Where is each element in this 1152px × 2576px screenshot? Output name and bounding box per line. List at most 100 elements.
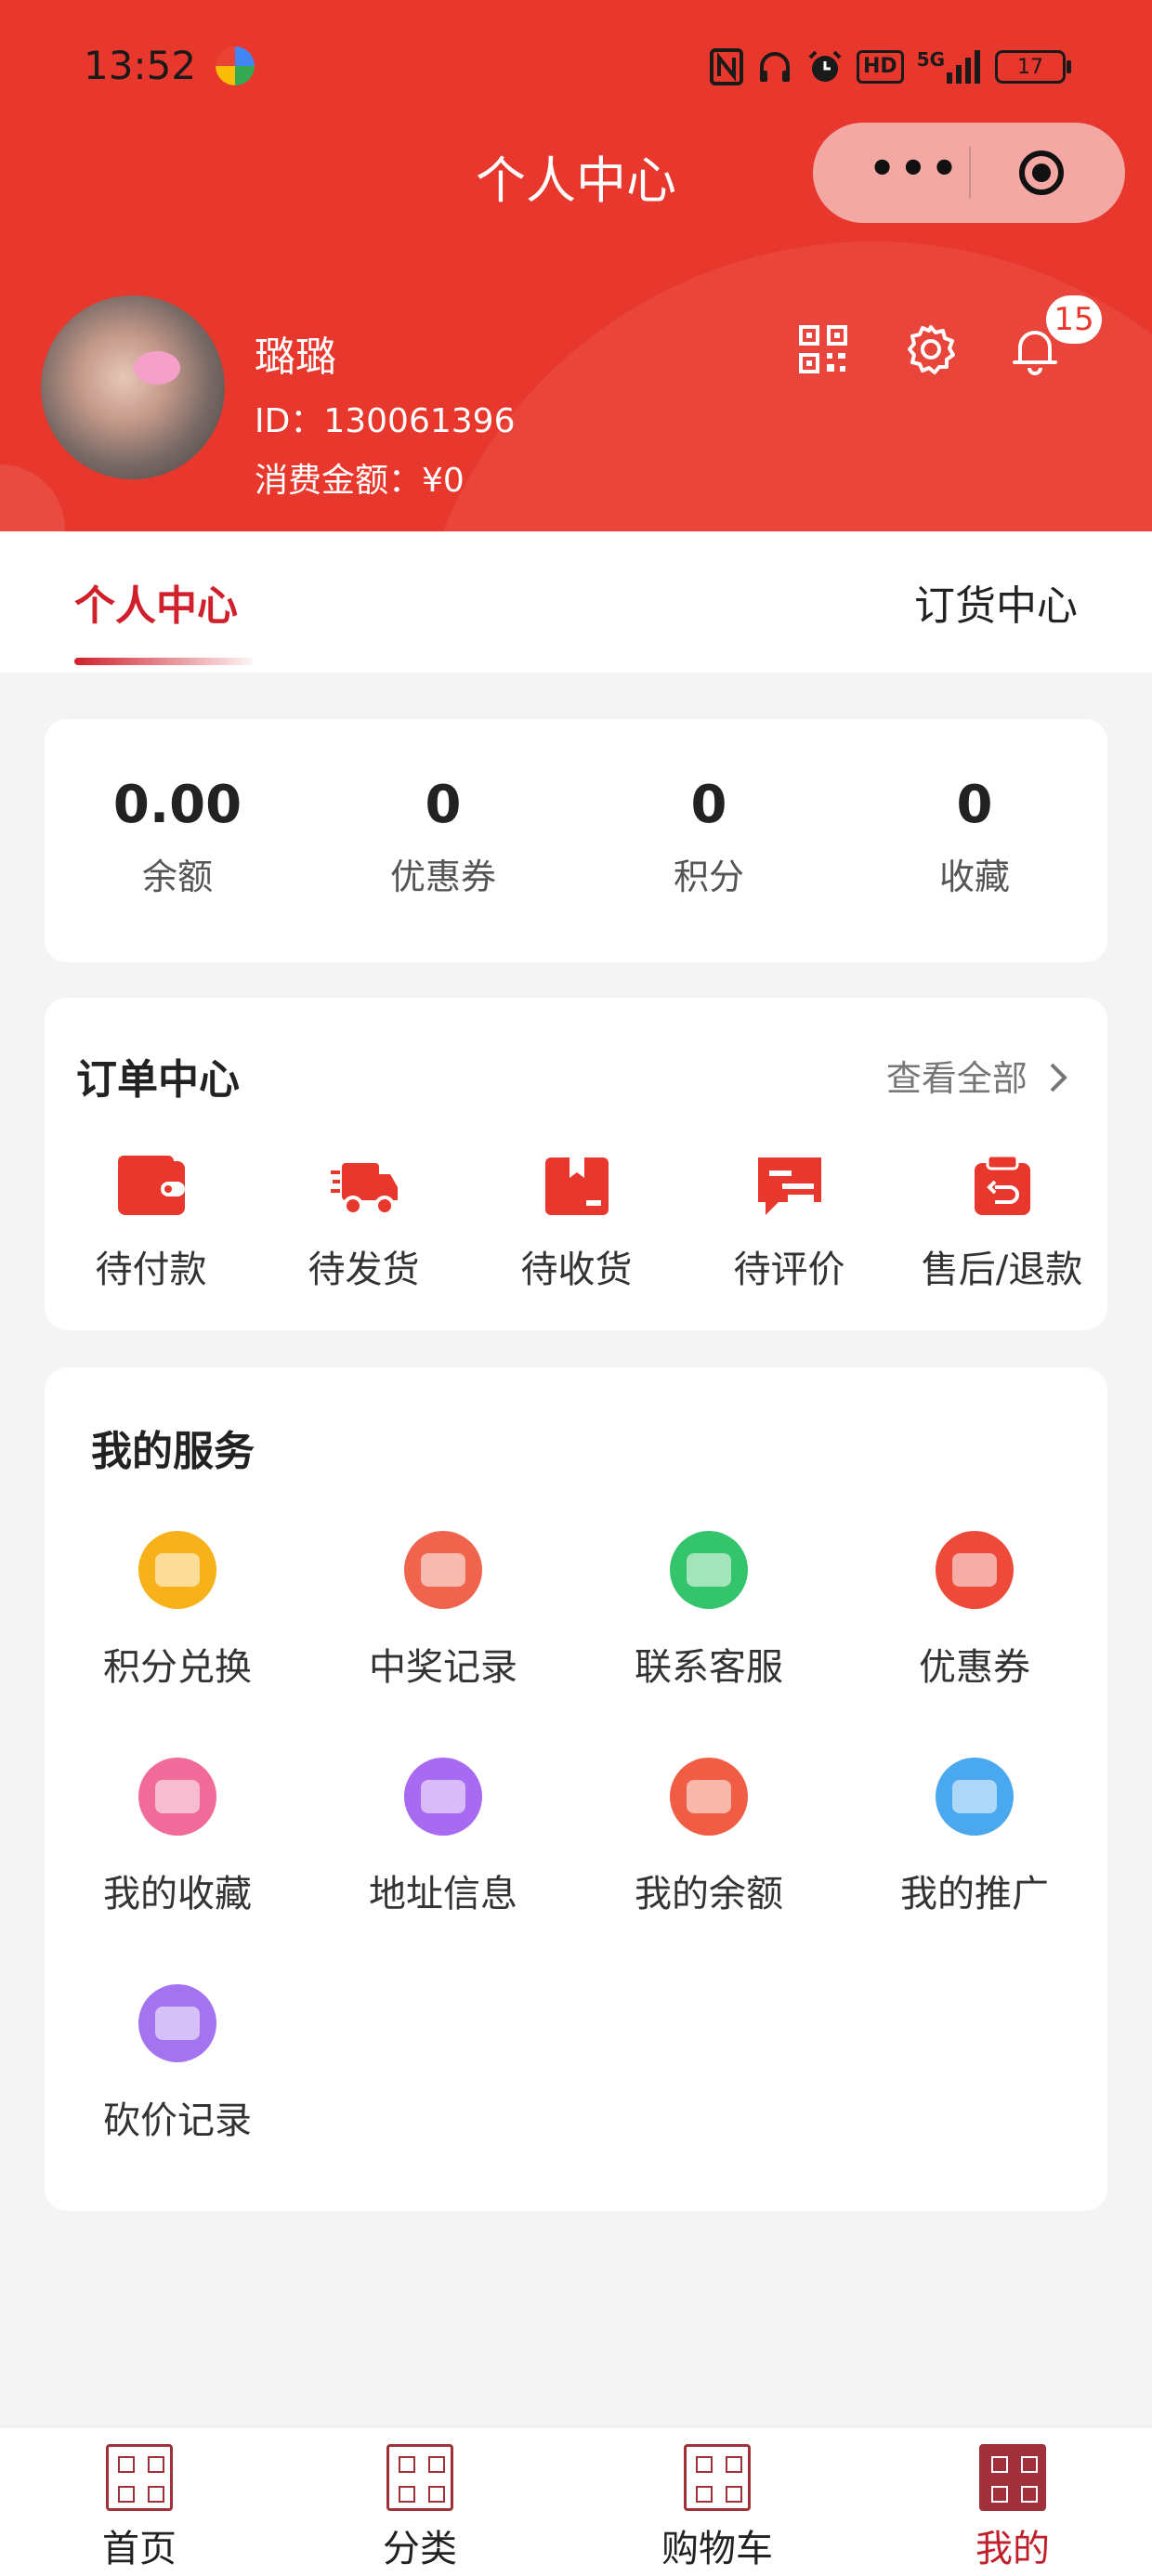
alarm-icon xyxy=(806,48,844,85)
order-pending-receipt[interactable]: 待收货 xyxy=(470,1154,683,1293)
money-bag-icon xyxy=(670,1758,748,1836)
user-id: ID：130061396 xyxy=(255,394,515,442)
service-lottery-records[interactable]: 中奖记录 xyxy=(310,1531,576,1691)
active-tab-indicator xyxy=(74,658,253,665)
status-bar: 13:52 HD 5G 17 xyxy=(0,0,1152,139)
stat-coupons[interactable]: 0 优惠券 xyxy=(310,775,576,899)
close-miniprogram-icon[interactable] xyxy=(1019,150,1064,195)
miniprogram-capsule: ••• xyxy=(813,123,1125,223)
avatar[interactable] xyxy=(41,295,225,479)
stat-label: 优惠券 xyxy=(389,856,496,897)
order-after-sales[interactable]: 售后/退款 xyxy=(896,1154,1108,1293)
see-all-orders-link[interactable]: 查看全部 xyxy=(886,1050,1070,1101)
network-type: 5G xyxy=(916,48,946,71)
order-label: 待收货 xyxy=(520,1249,633,1291)
stat-favorites[interactable]: 0 收藏 xyxy=(842,775,1107,899)
headphones-icon xyxy=(756,48,793,85)
battery-icon: 17 xyxy=(995,50,1072,84)
app-notification-icon xyxy=(216,46,255,85)
notification-badge: 15 xyxy=(1046,295,1102,344)
home-seal-icon xyxy=(106,2444,173,2511)
see-all-label: 查看全部 xyxy=(885,1058,1028,1099)
stat-value: 0 xyxy=(425,775,462,835)
tab-personal-center[interactable]: 个人中心 xyxy=(74,572,238,632)
promotion-icon xyxy=(936,1758,1014,1836)
service-my-promotion[interactable]: 我的推广 xyxy=(842,1758,1107,1917)
nav-label: 我的 xyxy=(975,2528,1050,2570)
user-id-value: 130061396 xyxy=(323,402,516,440)
stat-label: 余额 xyxy=(141,856,213,897)
nfc-icon xyxy=(710,48,743,85)
order-pending-review[interactable]: 待评价 xyxy=(683,1154,896,1293)
capsule-divider xyxy=(969,147,971,199)
service-label: 联系客服 xyxy=(635,1646,783,1689)
cart-seal-icon xyxy=(684,2444,751,2511)
review-icon xyxy=(757,1157,821,1215)
my-services-card: 我的服务 积分兑换 中奖记录 联系客服 优惠券 我的收藏 地址信息 我的余额 我… xyxy=(45,1367,1107,2211)
stat-value: 0 xyxy=(690,775,727,835)
header-decoration xyxy=(409,242,1152,531)
tab-order-center[interactable]: 订货中心 xyxy=(914,572,1078,632)
order-label: 待发货 xyxy=(308,1249,420,1291)
customer-service-icon xyxy=(670,1531,748,1609)
points-exchange-icon xyxy=(138,1531,216,1609)
service-coupons[interactable]: 优惠券 xyxy=(842,1531,1107,1691)
service-my-balance[interactable]: 我的余额 xyxy=(576,1758,842,1917)
order-pending-shipment[interactable]: 待发货 xyxy=(257,1154,470,1293)
nav-cart[interactable]: 购物车 xyxy=(624,2444,810,2572)
delivery-truck-icon xyxy=(330,1163,398,1216)
service-points-exchange[interactable]: 积分兑换 xyxy=(45,1531,310,1691)
service-label: 我的推广 xyxy=(900,1873,1049,1916)
package-icon xyxy=(544,1157,609,1215)
account-stats-card: 0.00 余额 0 优惠券 0 积分 0 收藏 xyxy=(45,719,1107,962)
stat-value: 0.00 xyxy=(112,775,242,835)
service-label: 积分兑换 xyxy=(103,1646,252,1689)
spend-value: ¥0 xyxy=(422,462,465,500)
service-label: 砍价记录 xyxy=(103,2099,252,2142)
service-customer-service[interactable]: 联系客服 xyxy=(576,1531,842,1691)
service-label: 中奖记录 xyxy=(369,1646,517,1689)
user-spend: 消费金额：¥0 xyxy=(255,453,465,502)
order-label: 待评价 xyxy=(733,1249,845,1291)
nav-category[interactable]: 分类 xyxy=(327,2444,513,2572)
nav-mine[interactable]: 我的 xyxy=(920,2444,1106,2572)
stat-label: 积分 xyxy=(673,856,744,897)
my-services-title: 我的服务 xyxy=(91,1428,255,1475)
service-my-favorites[interactable]: 我的收藏 xyxy=(45,1758,310,1917)
nav-label: 分类 xyxy=(383,2528,457,2570)
service-address-info[interactable]: 地址信息 xyxy=(310,1758,576,1917)
nav-label: 购物车 xyxy=(661,2528,773,2570)
refund-icon xyxy=(974,1154,1030,1215)
stat-label: 收藏 xyxy=(938,856,1010,897)
stat-balance[interactable]: 0.00 余额 xyxy=(45,775,310,899)
service-label: 我的余额 xyxy=(635,1873,783,1916)
spend-label: 消费金额： xyxy=(255,462,423,500)
settings-gear-icon[interactable] xyxy=(905,323,957,375)
profile-header: 13:52 HD 5G 17 个人中心 ••• 璐璐 ID：130061396 xyxy=(0,0,1152,531)
order-center-card: 订单中心 查看全部 待付款 待发货 待收货 待评价 售后/退款 xyxy=(45,998,1107,1330)
stat-points[interactable]: 0 积分 xyxy=(576,775,842,899)
nav-label: 首页 xyxy=(102,2528,177,2570)
service-label: 地址信息 xyxy=(369,1873,517,1916)
avatar-detail xyxy=(134,351,180,385)
address-pin-icon xyxy=(404,1758,482,1836)
qr-code-icon[interactable] xyxy=(797,323,849,375)
coupon-icon xyxy=(936,1531,1014,1609)
order-label: 售后/退款 xyxy=(921,1249,1083,1291)
service-label: 我的收藏 xyxy=(103,1873,252,1916)
more-menu-icon[interactable]: ••• xyxy=(855,147,975,190)
wallet-icon xyxy=(117,1156,185,1215)
bargain-icon xyxy=(138,1984,216,2062)
nav-home[interactable]: 首页 xyxy=(46,2444,232,2572)
favorites-icon xyxy=(138,1758,216,1836)
hd-icon: HD xyxy=(857,50,904,84)
tab-bar: 个人中心 订货中心 xyxy=(0,531,1152,673)
order-pending-payment[interactable]: 待付款 xyxy=(45,1154,257,1293)
chevron-right-icon xyxy=(1050,1063,1067,1092)
status-time: 13:52 xyxy=(84,43,197,88)
user-name: 璐璐 xyxy=(255,333,336,381)
order-label: 待付款 xyxy=(95,1249,207,1291)
order-center-title: 订单中心 xyxy=(76,1056,240,1104)
service-bargain-records[interactable]: 砍价记录 xyxy=(45,1984,310,2144)
stat-value: 0 xyxy=(956,775,993,835)
